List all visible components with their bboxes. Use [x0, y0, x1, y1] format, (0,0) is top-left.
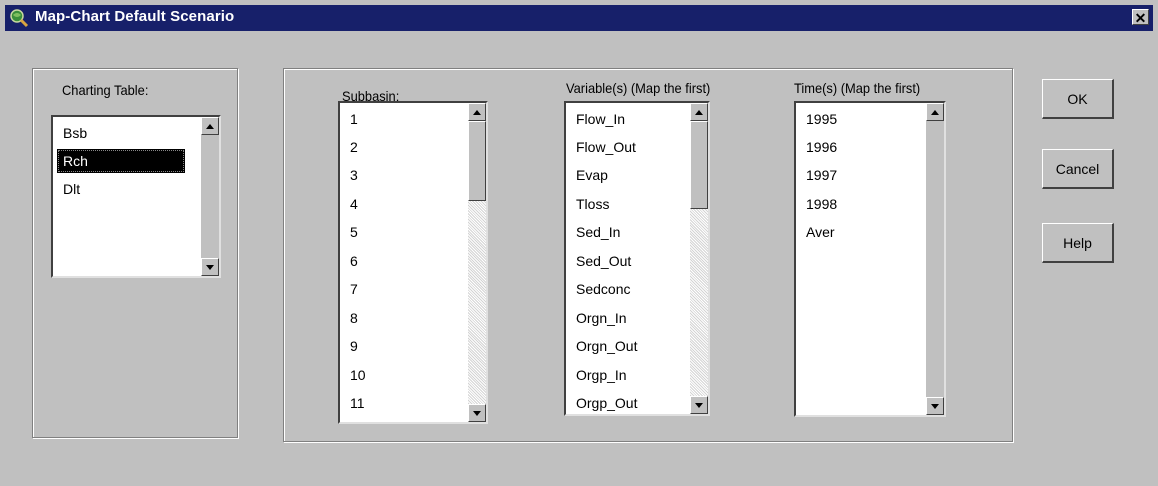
arrow-up-icon: [695, 109, 703, 115]
window-title: Map-Chart Default Scenario: [35, 8, 235, 25]
variable-item[interactable]: Sed_In: [570, 220, 626, 244]
subbasin-item[interactable]: 3: [344, 163, 364, 187]
scroll-down-button[interactable]: [201, 258, 219, 276]
variables-scrollbar[interactable]: [690, 103, 708, 414]
arrow-up-icon: [473, 109, 481, 115]
charting-table-item-dlt[interactable]: Dlt: [57, 177, 86, 201]
scroll-down-button[interactable]: [926, 397, 944, 415]
title-bar[interactable]: Map-Chart Default Scenario ✕: [5, 5, 1153, 31]
scroll-thumb[interactable]: [468, 121, 486, 201]
arrow-down-icon: [206, 264, 214, 270]
variables-label: Variable(s) (Map the first): [566, 80, 711, 96]
time-item[interactable]: 1997: [800, 163, 843, 187]
subbasin-item[interactable]: 6: [344, 249, 364, 273]
scroll-up-button[interactable]: [690, 103, 708, 121]
charting-table-item-rch[interactable]: Rch: [57, 149, 185, 173]
subbasin-item[interactable]: 9: [344, 334, 364, 358]
charting-table-label: Charting Table:: [62, 82, 149, 98]
subbasin-item[interactable]: 10: [344, 363, 372, 387]
subbasin-item[interactable]: 4: [344, 192, 364, 216]
variable-item[interactable]: Evap: [570, 163, 614, 187]
variable-item[interactable]: Orgp_Out: [570, 391, 643, 414]
time-item[interactable]: Aver: [800, 220, 841, 244]
scroll-thumb[interactable]: [690, 121, 708, 209]
variables-list[interactable]: Flow_In Flow_Out Evap Tloss Sed_In Sed_O…: [564, 101, 710, 416]
times-label: Time(s) (Map the first): [794, 80, 921, 96]
variable-item[interactable]: Flow_Out: [570, 135, 642, 159]
times-list[interactable]: 1995 1996 1997 1998 Aver: [794, 101, 946, 417]
charting-table-scrollbar[interactable]: [201, 117, 219, 276]
scroll-up-button[interactable]: [201, 117, 219, 135]
scroll-up-button[interactable]: [468, 103, 486, 121]
variable-item[interactable]: Orgn_Out: [570, 334, 643, 358]
time-item[interactable]: 1995: [800, 107, 843, 131]
subbasin-item[interactable]: 5: [344, 220, 364, 244]
subbasin-item[interactable]: 11: [344, 391, 371, 415]
help-button[interactable]: Help: [1042, 223, 1114, 263]
subbasin-list[interactable]: 1 2 3 4 5 6 7 8 9 10 11: [338, 101, 488, 424]
subbasin-item[interactable]: 8: [344, 306, 364, 330]
time-item[interactable]: 1996: [800, 135, 843, 159]
ok-button[interactable]: OK: [1042, 79, 1114, 119]
time-item[interactable]: 1998: [800, 192, 843, 216]
charting-table-item-bsb[interactable]: Bsb: [57, 121, 93, 145]
scroll-down-button[interactable]: [468, 404, 486, 422]
arrow-down-icon: [473, 410, 481, 416]
dialog-window: Map-Chart Default Scenario ✕ Charting Ta…: [0, 0, 1158, 486]
arrow-down-icon: [695, 402, 703, 408]
cancel-button[interactable]: Cancel: [1042, 149, 1114, 189]
variable-item[interactable]: Sed_Out: [570, 249, 637, 273]
globe-magnifier-icon: [9, 8, 29, 28]
close-button[interactable]: ✕: [1132, 9, 1149, 26]
arrow-down-icon: [931, 403, 939, 409]
subbasin-item[interactable]: 2: [344, 135, 364, 159]
close-icon: ✕: [1134, 10, 1147, 26]
scroll-down-button[interactable]: [690, 396, 708, 414]
variable-item[interactable]: Sedconc: [570, 277, 636, 301]
arrow-up-icon: [206, 123, 214, 129]
arrow-up-icon: [931, 109, 939, 115]
subbasin-item[interactable]: 7: [344, 277, 364, 301]
variable-item[interactable]: Flow_In: [570, 107, 631, 131]
charting-table-list[interactable]: Bsb Rch Dlt: [51, 115, 221, 278]
subbasin-item[interactable]: 1: [344, 107, 364, 131]
variable-item[interactable]: Tloss: [570, 192, 615, 216]
times-scrollbar[interactable]: [926, 103, 944, 415]
subbasin-scrollbar[interactable]: [468, 103, 486, 422]
variable-item[interactable]: Orgn_In: [570, 306, 633, 330]
scroll-up-button[interactable]: [926, 103, 944, 121]
variable-item[interactable]: Orgp_In: [570, 363, 633, 387]
